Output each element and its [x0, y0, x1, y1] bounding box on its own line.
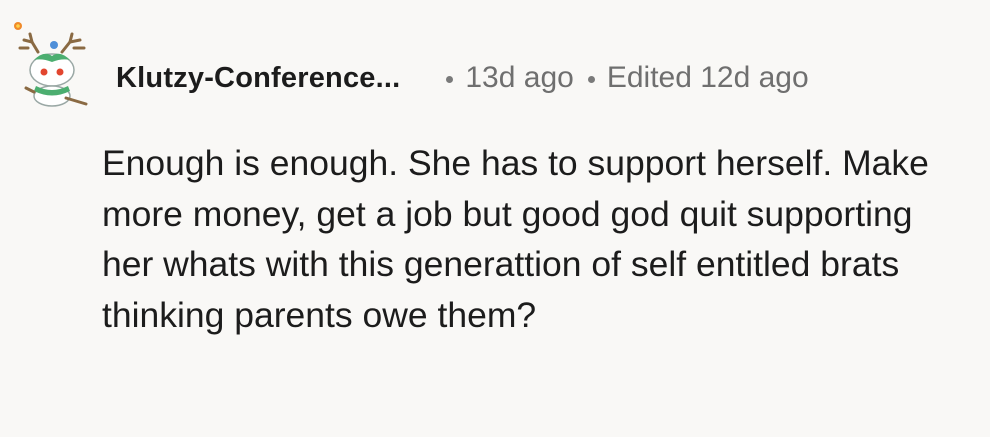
- edited-timestamp: Edited 12d ago: [606, 61, 809, 94]
- comment-meta: 13d ago Edited 12d ago: [400, 61, 809, 95]
- comment-body: Enough is enough. She has to support her…: [102, 143, 929, 335]
- separator-dot-icon: [446, 75, 454, 83]
- comment-header: Klutzy-Conference... 13d ago Edited 12d …: [116, 56, 809, 100]
- comment: Klutzy-Conference... 13d ago Edited 12d …: [0, 0, 990, 437]
- user-avatar[interactable]: [10, 12, 96, 110]
- posted-timestamp[interactable]: 13d ago: [465, 61, 573, 95]
- username-link[interactable]: Klutzy-Conference...: [116, 62, 400, 95]
- separator-dot-icon: [587, 75, 595, 83]
